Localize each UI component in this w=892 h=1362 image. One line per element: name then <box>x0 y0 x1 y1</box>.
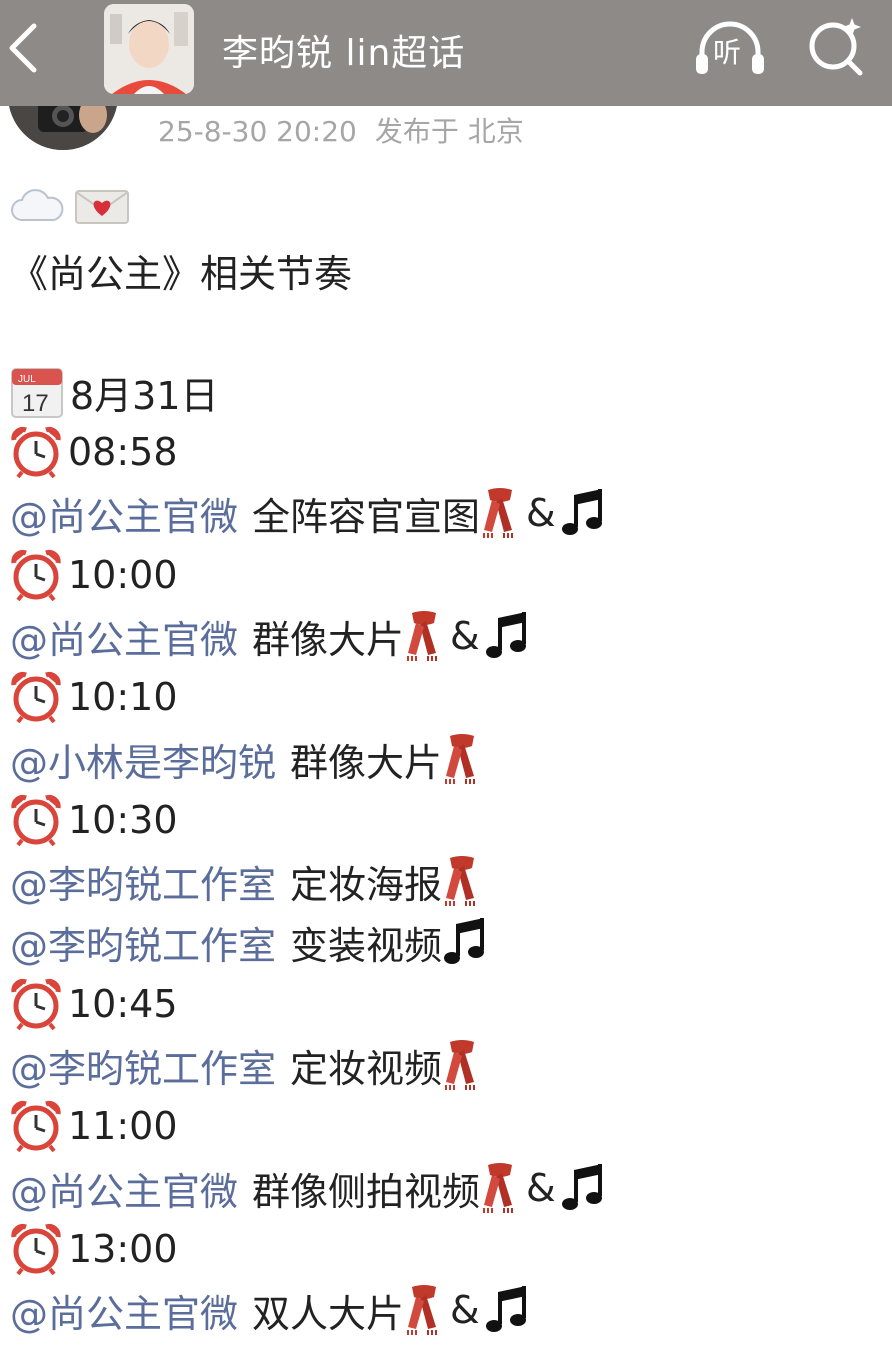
search-sparkle-icon <box>809 18 863 76</box>
schedule-time-line: 13:00 <box>10 1219 178 1279</box>
entry-text: 群像侧拍视频 <box>252 1169 481 1214</box>
schedule-time: 10:00 <box>68 553 178 597</box>
schedule-time-line: 11:00 <box>10 1096 178 1156</box>
entry-text: 变装视频 <box>290 923 443 968</box>
post-title: 《尚公主》相关节奏 <box>10 240 352 300</box>
schedule-entry-line: @李昀锐工作室 定妆海报 <box>10 851 482 911</box>
schedule-entry-line: @尚公主官微 群像侧拍视频 & <box>10 1158 606 1218</box>
mention-link[interactable]: @尚公主官微 <box>10 1161 238 1216</box>
scarf-icon <box>445 734 476 784</box>
music-note-icon <box>561 489 602 535</box>
search-button[interactable] <box>806 16 866 78</box>
schedule-entry-line: @尚公主官微 群像大片 & <box>10 606 530 666</box>
ampersand: & <box>526 491 556 535</box>
entry-text: 群像大片 <box>290 740 443 785</box>
mention-link[interactable]: @尚公主官微 <box>10 609 238 664</box>
ampersand: & <box>450 1288 480 1332</box>
schedule-time-line: 10:00 <box>10 545 178 605</box>
alarm-clock-icon <box>11 794 61 846</box>
scarf-icon <box>483 488 514 538</box>
alarm-clock-icon <box>11 426 61 478</box>
post-meta: 25-8-30 20:20 发布于 北京 <box>158 110 542 150</box>
schedule-time: 10:10 <box>68 675 178 719</box>
mention-link[interactable]: @尚公主官微 <box>10 486 238 541</box>
ampersand: & <box>526 1166 556 1210</box>
emoji-row <box>10 186 130 226</box>
scarf-icon <box>445 1040 476 1090</box>
scarf-icon <box>445 856 476 906</box>
schedule-time: 10:30 <box>68 798 178 842</box>
music-note-icon <box>561 1164 602 1210</box>
portrait-thumbnail <box>104 4 194 94</box>
topic-cover-image[interactable] <box>104 4 194 94</box>
mention-link[interactable]: @李昀锐工作室 <box>10 1038 276 1093</box>
schedule-entry-line: @李昀锐工作室 定妆视频 <box>10 1035 482 1095</box>
mention-link[interactable]: @尚公主官微 <box>10 1283 238 1338</box>
schedule-entry-line: @李昀锐工作室 变装视频 <box>10 912 488 972</box>
schedule-time-line: 10:10 <box>10 667 178 727</box>
schedule-time: 10:45 <box>68 982 178 1026</box>
schedule-time-line: 08:58 <box>10 422 178 482</box>
mention-link[interactable]: @李昀锐工作室 <box>10 854 276 909</box>
music-note-icon <box>485 612 526 658</box>
date-line: JUL 17 8月31日 <box>10 362 219 422</box>
entry-text: 群像大片 <box>252 617 405 662</box>
schedule-entry-line: @尚公主官微 双人大片 & <box>10 1280 530 1340</box>
schedule-time-line: 10:45 <box>10 974 178 1034</box>
music-note-icon <box>444 918 485 964</box>
listen-label: 听 <box>713 36 742 69</box>
music-note-icon <box>485 1286 526 1332</box>
schedule-time: 08:58 <box>68 430 178 474</box>
post-location: 发布于 北京 <box>374 115 524 148</box>
mention-link[interactable]: @李昀锐工作室 <box>10 915 276 970</box>
post-timestamp: 25-8-30 20:20 <box>158 115 357 148</box>
entry-text: 全阵容官宣图 <box>252 494 481 539</box>
ampersand: & <box>450 614 480 658</box>
schedule-time-line: 10:30 <box>10 790 178 850</box>
back-button[interactable] <box>4 20 44 76</box>
alarm-clock-icon <box>11 1100 61 1152</box>
mention-link[interactable]: @小林是李昀锐 <box>10 732 276 787</box>
scarf-icon <box>407 1285 438 1335</box>
alarm-clock-icon <box>11 671 61 723</box>
calendar-icon: JUL 17 <box>11 368 63 418</box>
alarm-clock-icon <box>11 549 61 601</box>
topic-header-bar: 李昀锐 lin超话 听 <box>0 0 892 106</box>
schedule-time: 13:00 <box>68 1227 178 1271</box>
chevron-left-icon <box>9 23 37 73</box>
calendar-month: JUL <box>18 374 36 385</box>
schedule-time: 11:00 <box>68 1104 178 1148</box>
post-title-text: 《尚公主》相关节奏 <box>10 251 353 296</box>
alarm-clock-icon <box>11 978 61 1030</box>
topic-title: 李昀锐 lin超话 <box>222 33 466 74</box>
alarm-clock-icon <box>11 1223 61 1275</box>
scarf-icon <box>483 1163 514 1213</box>
love-letter-icon <box>75 190 129 224</box>
entry-text: 定妆海报 <box>290 862 443 907</box>
schedule-entry-line: @小林是李昀锐 群像大片 <box>10 729 482 789</box>
scarf-icon <box>407 611 438 661</box>
cloud-icon <box>11 189 64 221</box>
schedule-entry-line: @尚公主官微 全阵容官宣图 & <box>10 483 606 543</box>
date-text: 8月31日 <box>70 373 219 418</box>
calendar-day: 17 <box>22 390 49 417</box>
entry-text: 定妆视频 <box>290 1046 443 1091</box>
entry-text: 双人大片 <box>252 1291 405 1336</box>
